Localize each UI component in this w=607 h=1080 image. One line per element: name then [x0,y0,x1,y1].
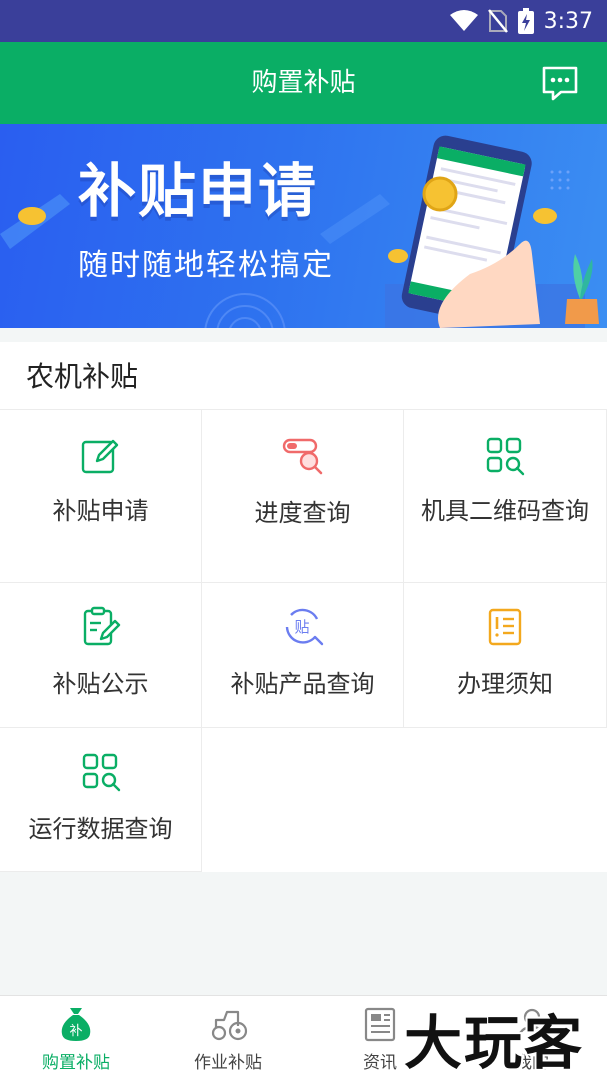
grid-item-label: 补贴产品查询 [230,670,375,698]
grid-item-label: 补贴申请 [52,497,149,525]
qr-search-icon [486,437,525,476]
grid-item-subsidy-notice[interactable]: 补贴公示 [0,583,202,728]
progress-search-icon [282,438,322,475]
clipboard-edit-icon [83,606,120,646]
news-icon [364,1007,396,1042]
grid-item-qr-query[interactable]: 机具二维码查询 [404,410,607,583]
notice-icon [488,608,522,646]
grid-item-label: 运行数据查询 [28,815,173,843]
tractor-icon [211,1010,248,1041]
watermark: 大玩客 [404,1009,585,1077]
wifi-icon [449,10,478,31]
grid-item-progress-query[interactable]: 进度查询 [202,410,404,583]
grid-item-subsidy-apply[interactable]: 补贴申请 [0,410,202,583]
grid-item-label: 办理须知 [457,670,553,698]
page-title: 购置补贴 [251,68,356,98]
battery-charging-icon [517,8,534,34]
tab-label: 购置补贴 [42,1053,110,1073]
svg-text:补: 补 [69,1024,82,1039]
status-bar: 3:37 [0,0,607,42]
data-search-icon [82,753,120,792]
message-icon[interactable] [541,64,579,102]
app-header: 购置补贴 [0,42,607,124]
banner-title: 补贴申请 [78,157,319,225]
grid-item-label: 进度查询 [254,499,351,527]
product-search-icon: 贴 [285,608,323,646]
function-grid: 补贴申请 进度查询 机具二维码查询 补贴公示 贴 补贴产品查询 办理须知 运行数… [0,410,607,872]
grid-item-running-data-query[interactable]: 运行数据查询 [0,728,202,872]
grid-item-label: 机具二维码查询 [421,497,589,525]
banner-subtitle: 随时随地轻松搞定 [78,248,334,283]
clock: 3:37 [543,8,593,34]
section-title: 农机补贴 [0,342,607,410]
svg-text:贴: 贴 [294,618,309,636]
farm-machinery-subsidy-section: 农机补贴 补贴申请 进度查询 机具二维码查询 补贴公示 贴 补贴产品查询 办理须… [0,342,607,872]
grid-item-handling-notes[interactable]: 办理须知 [404,583,607,728]
no-sim-icon [487,9,508,33]
tab-purchase-subsidy[interactable]: 补 购置补贴 [0,996,152,1080]
tab-operation-subsidy[interactable]: 作业补贴 [152,996,304,1080]
promo-banner[interactable]: 补贴申请 随时随地轻松搞定 [0,124,607,328]
grid-item-product-query[interactable]: 贴 补贴产品查询 [202,583,404,728]
tab-label: 作业补贴 [194,1053,262,1073]
money-bag-icon: 补 [61,1008,91,1041]
grid-item-label: 补贴公示 [52,670,149,698]
edit-icon [81,439,118,474]
